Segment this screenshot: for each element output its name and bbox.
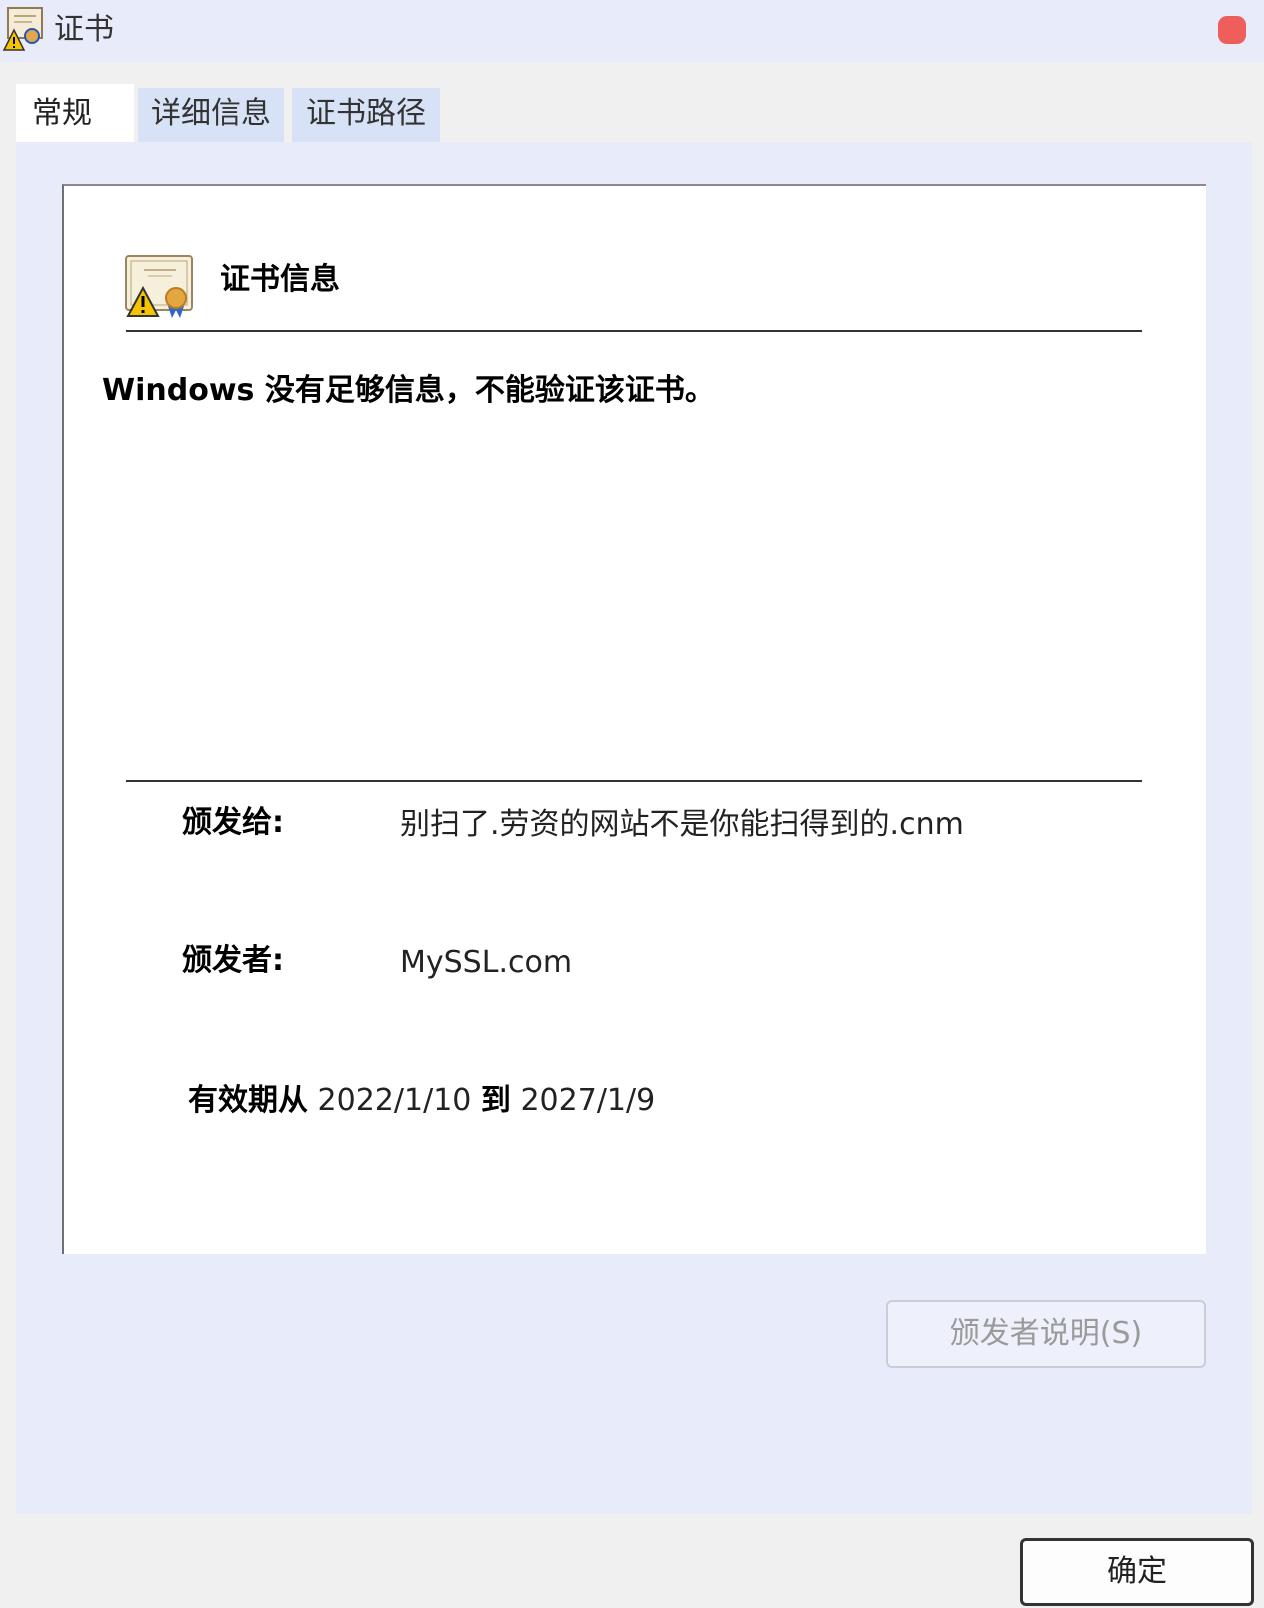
window-title: 证书 bbox=[54, 12, 114, 47]
valid-to-label: 到 bbox=[480, 1083, 511, 1118]
close-button[interactable] bbox=[1218, 16, 1246, 44]
certificate-warning-icon bbox=[125, 255, 193, 318]
issued-to-value: 别扫了.劳资的网站不是你能扫得到的.cnm bbox=[400, 807, 964, 842]
tab-certification-path[interactable]: 证书路径 bbox=[292, 88, 440, 142]
issued-to-label: 颁发给: bbox=[182, 805, 284, 840]
issued-by-label: 颁发者: bbox=[182, 943, 284, 978]
section-title: 证书信息 bbox=[220, 262, 340, 297]
validity-period: 有效期从 2022/1/10 到 2027/1/9 bbox=[188, 1080, 655, 1122]
divider bbox=[126, 330, 1142, 332]
certificate-warning-icon bbox=[2, 7, 43, 51]
tab-details[interactable]: 详细信息 bbox=[138, 88, 284, 142]
title-bar: 证书 bbox=[0, 0, 1264, 62]
tab-general[interactable]: 常规 bbox=[16, 84, 134, 142]
issued-by-value: MySSL.com bbox=[400, 945, 573, 980]
warning-message: Windows 没有足够信息，不能验证该证书。 bbox=[102, 373, 715, 408]
divider bbox=[126, 780, 1142, 782]
valid-from-date: 2022/1/10 bbox=[317, 1083, 472, 1118]
issuer-statement-button[interactable]: 颁发者说明(S) bbox=[886, 1300, 1206, 1368]
ok-button[interactable]: 确定 bbox=[1020, 1538, 1254, 1606]
valid-to-date: 2027/1/9 bbox=[520, 1083, 656, 1118]
valid-from-label: 有效期从 bbox=[188, 1083, 308, 1118]
